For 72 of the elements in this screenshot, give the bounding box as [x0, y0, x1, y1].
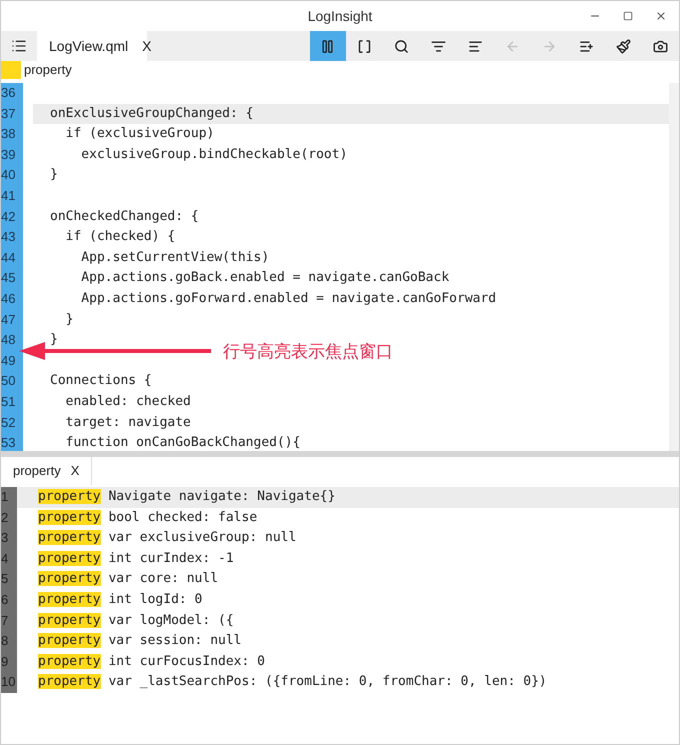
line-number: 8	[1, 631, 17, 652]
tab-label: LogView.qml	[49, 36, 128, 56]
search-icon	[394, 38, 409, 54]
code-line: }	[64, 310, 74, 329]
line-number: 52	[1, 412, 23, 434]
code-line: property var logModel: ({	[38, 612, 234, 630]
line-number: 5	[1, 569, 17, 590]
pause-icon	[320, 38, 335, 54]
annotation-text: 行号高亮表示焦点窗口	[223, 341, 393, 364]
code-line: property var session: null	[38, 632, 242, 650]
pause-button[interactable]	[310, 31, 346, 61]
code-line: onExclusiveGroupChanged: {	[50, 104, 254, 123]
maximize-icon[interactable]	[623, 11, 633, 21]
tab-label: property	[13, 462, 61, 480]
line-number: 10	[1, 672, 17, 693]
code-line: property int logId: 0	[38, 590, 202, 609]
filter-keyword[interactable]: property	[24, 60, 72, 80]
line-number: 40	[1, 165, 23, 186]
code-line: App.setCurrentView(this)	[80, 248, 270, 267]
line-number: 49	[1, 350, 23, 372]
code-line: exclusiveGroup.bindCheckable(root)	[80, 146, 348, 164]
line-number: 42	[1, 206, 23, 228]
code-line: target: navigate	[64, 414, 191, 432]
code-line: property bool checked: false	[38, 508, 258, 527]
line-number: 48	[1, 330, 23, 351]
code-line: if (checked) {	[64, 228, 176, 246]
code-line: function onCanGoBackChanged(){	[64, 434, 300, 452]
line-number: 45	[1, 268, 23, 289]
line-number: 1	[1, 487, 17, 508]
code-line: enabled: checked	[64, 392, 191, 411]
close-icon[interactable]	[655, 10, 667, 22]
code-line: if (exclusiveGroup)	[64, 125, 214, 144]
brush-icon	[616, 38, 631, 54]
line-number: 7	[1, 610, 17, 632]
line-number: 4	[1, 548, 17, 570]
scrollbar-track[interactable]	[669, 83, 679, 451]
code-line: onCheckedChanged: {	[50, 208, 199, 226]
code-line: }	[50, 166, 58, 184]
line-number: 2	[1, 508, 17, 528]
tab-close[interactable]: X	[70, 461, 80, 481]
window-title: LogInsight	[308, 6, 372, 26]
menu-icon	[11, 38, 27, 54]
line-number: 46	[1, 288, 23, 310]
line-number: 51	[1, 392, 23, 412]
code-line: App.actions.goBack.enabled = navigate.canGoBack	[80, 269, 450, 288]
line-number: 39	[1, 144, 23, 166]
filter-icon	[431, 38, 446, 54]
code-line: App.actions.goForward.enabled = navigate.canGoForward	[80, 290, 496, 308]
line-number: 3	[1, 528, 17, 549]
line-number: 37	[1, 104, 23, 124]
line-number: 36	[1, 83, 23, 104]
code-line: property var exclusiveGroup: null	[38, 529, 296, 548]
code-line: property int curIndex: -1	[38, 550, 234, 568]
line-number: 44	[1, 248, 23, 268]
line-number: 38	[1, 124, 23, 145]
brackets-icon	[357, 38, 372, 54]
code-line: property var _lastSearchPos: ({fromLine: 0, fromChar: 0, len: 0})	[38, 673, 547, 692]
line-number: 41	[1, 186, 23, 207]
arrow-right-icon	[542, 38, 557, 54]
line-number: 50	[1, 371, 23, 392]
camera-icon	[653, 38, 668, 54]
code-line: property Navigate navigate: Navigate{}	[38, 488, 336, 506]
code-line: property int curFocusIndex: 0	[38, 652, 265, 671]
align-left-icon	[468, 38, 483, 54]
line-number: 9	[1, 652, 17, 672]
code-line: Connections {	[50, 372, 152, 390]
code-line: property var core: null	[38, 570, 218, 588]
line-number: 6	[1, 590, 17, 611]
line-number: 47	[1, 310, 23, 330]
code-line: }	[50, 331, 58, 350]
line-number: 43	[1, 227, 23, 248]
list-plus-icon	[579, 38, 594, 54]
